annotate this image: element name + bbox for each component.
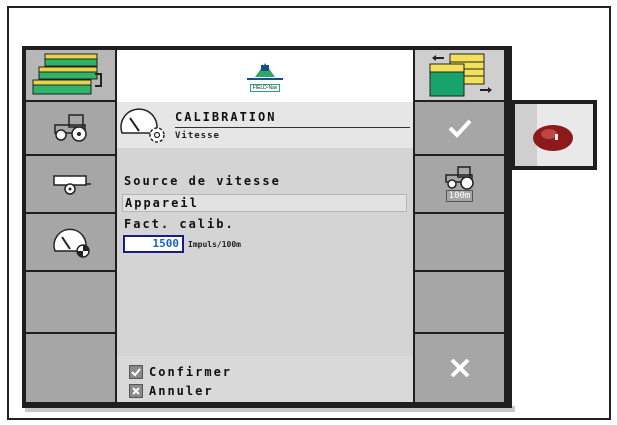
cancel-x-icon bbox=[129, 384, 143, 398]
checkmark-icon bbox=[448, 119, 471, 138]
empty-right-button-2[interactable] bbox=[415, 272, 504, 334]
tractor-button[interactable] bbox=[26, 102, 115, 156]
gauge-icon bbox=[52, 228, 90, 258]
sprayer-logo-icon bbox=[247, 62, 283, 80]
logo-text: FIELD-Nav bbox=[249, 83, 281, 92]
confirm-check-icon bbox=[129, 365, 143, 379]
screen-swap-button[interactable] bbox=[415, 50, 504, 102]
footer-legend: Confirmer Annuler bbox=[117, 356, 413, 402]
trailer-icon bbox=[52, 175, 91, 195]
factor-input[interactable]: 1500 bbox=[123, 235, 184, 253]
left-softkey-column bbox=[26, 50, 115, 402]
tractor-distance-icon bbox=[444, 166, 474, 190]
logo-area: FIELD-Nav bbox=[117, 50, 413, 102]
speedometer-gear-icon bbox=[120, 108, 165, 143]
fieldnav-logo: FIELD-Nav bbox=[245, 61, 285, 92]
factor-unit: Impuls/100m bbox=[188, 240, 241, 249]
cancel-legend-label: Annuler bbox=[149, 384, 214, 398]
page-title: CALIBRATION bbox=[175, 110, 277, 124]
swap-screen-icon bbox=[429, 53, 492, 97]
implement-button[interactable] bbox=[26, 156, 115, 214]
page-subtitle: Vitesse bbox=[175, 131, 220, 141]
empty-right-button-1[interactable] bbox=[415, 214, 504, 272]
right-softkey-column: 100m bbox=[415, 50, 504, 402]
main-panel: FIELD-Nav CALIBRATION Vitesse Source de … bbox=[117, 50, 413, 402]
factor-label: Fact. calib. bbox=[124, 217, 235, 231]
layout-toggle-button[interactable] bbox=[26, 50, 115, 102]
side-thumbnail-frame bbox=[511, 100, 597, 170]
confirm-button[interactable] bbox=[415, 102, 504, 156]
close-icon bbox=[450, 358, 469, 378]
speed-source-field[interactable]: Appareil bbox=[122, 194, 407, 212]
distance-label: 100m bbox=[445, 190, 474, 202]
speed-calibration-button[interactable]: 100m bbox=[415, 156, 504, 214]
computer-mouse-icon bbox=[515, 104, 593, 166]
layout-icon bbox=[32, 53, 102, 95]
mouse-thumbnail bbox=[515, 104, 593, 166]
calibration-header: CALIBRATION Vitesse bbox=[117, 102, 413, 148]
empty-left-button-1[interactable] bbox=[26, 272, 115, 334]
speed-source-label: Source de vitesse bbox=[124, 174, 281, 188]
cancel-button[interactable] bbox=[415, 334, 504, 402]
empty-left-button-2[interactable] bbox=[26, 334, 115, 402]
confirm-legend-label: Confirmer bbox=[149, 365, 233, 379]
terminal-screen: FIELD-Nav CALIBRATION Vitesse Source de … bbox=[22, 46, 512, 408]
tractor-icon bbox=[53, 114, 87, 142]
title-divider bbox=[175, 127, 410, 128]
calibration-button[interactable] bbox=[26, 214, 115, 272]
